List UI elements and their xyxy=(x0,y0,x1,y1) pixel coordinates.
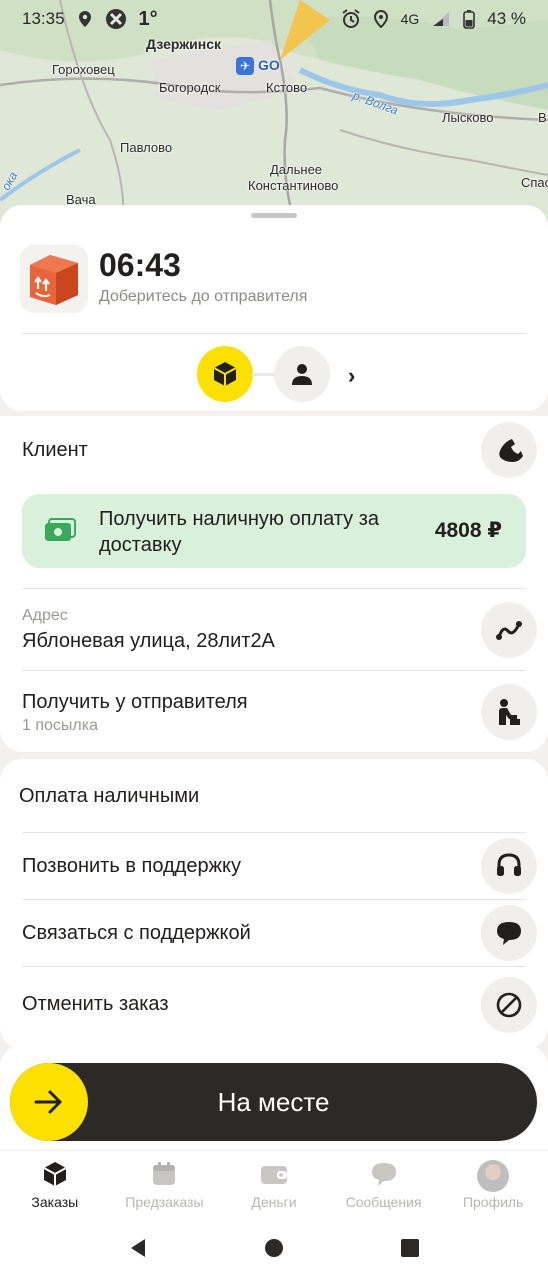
divider xyxy=(22,588,526,589)
home-icon[interactable] xyxy=(263,1237,285,1259)
tab-messages[interactable]: Сообщения xyxy=(329,1151,439,1216)
bottom-tab-bar: Заказы Предзаказы Деньги Сообщения Профи… xyxy=(0,1150,548,1216)
app-notification-icon xyxy=(105,9,126,29)
action-area: На месте xyxy=(0,1045,548,1155)
route-icon xyxy=(496,621,522,640)
cash-payment-amount: 4808 ₽ xyxy=(434,519,502,542)
signal-icon xyxy=(433,12,450,26)
person-icon xyxy=(292,364,312,385)
map-label-konstantinovo: Константиново xyxy=(248,178,339,193)
parcel-box-icon xyxy=(20,245,88,313)
wallet-icon xyxy=(260,1166,287,1184)
eta-subtitle: Доберитесь до отправителя xyxy=(99,288,308,305)
tab-money[interactable]: Деньги xyxy=(219,1151,329,1216)
route-step-pickup[interactable] xyxy=(197,346,253,402)
map-label-gorokhovets: Гороховец xyxy=(52,62,115,77)
system-navigation-bar xyxy=(0,1216,548,1280)
chat-support-button[interactable] xyxy=(481,905,537,961)
eta-timer: 06:43 xyxy=(99,247,181,283)
back-icon[interactable] xyxy=(127,1237,149,1259)
tab-label: Предзаказы xyxy=(125,1194,204,1210)
calendar-icon xyxy=(153,1162,176,1185)
contact-support-label[interactable]: Связаться с поддержкой xyxy=(22,922,251,945)
route-step-connector xyxy=(252,373,276,376)
cancel-order-label[interactable]: Отменить заказ xyxy=(22,993,169,1016)
call-support-label[interactable]: Позвонить в поддержку xyxy=(22,855,241,878)
tab-profile[interactable]: Профиль xyxy=(438,1151,548,1216)
address-label: Адрес xyxy=(22,607,68,624)
sheet-drag-handle[interactable] xyxy=(251,213,297,218)
map-label-airport: GO xyxy=(258,57,280,73)
cash-payment-banner: Получить наличную оплату за доставку 480… xyxy=(22,494,526,568)
phone-icon xyxy=(499,439,523,462)
chat-icon xyxy=(371,1163,396,1186)
cancel-order-button[interactable] xyxy=(481,977,537,1033)
call-support-button[interactable] xyxy=(481,838,537,894)
divider xyxy=(22,832,526,833)
box-icon xyxy=(43,1162,67,1186)
payment-method-label: Оплата наличными xyxy=(19,785,200,807)
route-step-recipient[interactable] xyxy=(274,346,330,402)
cash-payment-text: Получить наличную оплату за доставку xyxy=(99,508,380,556)
tab-label: Заказы xyxy=(31,1194,79,1210)
battery-icon xyxy=(463,10,476,29)
tab-label: Сообщения xyxy=(345,1194,422,1210)
divider xyxy=(22,899,526,900)
tab-preorders[interactable]: Предзаказы xyxy=(110,1151,220,1216)
map-label-kstovo: Кстово xyxy=(266,80,308,95)
location-icon xyxy=(373,10,388,28)
map-label-bogorodsk: Богородск xyxy=(159,80,221,95)
call-client-button[interactable] xyxy=(481,422,537,478)
airport-icon: ✈ xyxy=(236,57,254,75)
network-type: 4G xyxy=(400,11,420,27)
client-card: Клиент Получить наличную оплату за доста… xyxy=(0,416,548,752)
client-title: Клиент xyxy=(22,439,88,461)
divider xyxy=(22,966,526,967)
status-bar: 13:35 1° 4G 43 % xyxy=(0,0,548,38)
headset-icon xyxy=(497,853,521,876)
clock: 13:35 xyxy=(22,9,65,28)
pickup-title: Получить у отправителя xyxy=(22,691,248,713)
divider xyxy=(22,670,526,671)
cancel-icon xyxy=(496,992,522,1018)
battery-level: 43 % xyxy=(487,9,526,28)
tab-orders[interactable]: Заказы xyxy=(0,1151,110,1216)
temperature: 1° xyxy=(138,7,158,30)
chevron-right-icon[interactable]: › xyxy=(348,363,355,389)
courier-handover-icon xyxy=(499,699,520,725)
chat-bubble-icon xyxy=(497,922,521,945)
divider xyxy=(22,333,526,334)
box-icon xyxy=(213,362,237,386)
map-label-pavlovo: Павлово xyxy=(120,140,173,155)
pickup-subtitle: 1 посылка xyxy=(22,717,98,734)
order-actions-card: Оплата наличными Позвонить в поддержку С… xyxy=(0,759,548,1049)
arrived-slider-button[interactable]: На месте xyxy=(10,1063,537,1141)
location-pin-icon xyxy=(78,11,91,27)
tab-label: Деньги xyxy=(251,1194,297,1210)
cash-icon xyxy=(45,518,76,541)
tab-label: Профиль xyxy=(462,1194,524,1210)
map-label-dzerzhinsk: Дзержинск xyxy=(146,36,222,52)
pickup-action-button[interactable] xyxy=(481,684,537,740)
map-label-v: В xyxy=(538,110,547,125)
route-button[interactable] xyxy=(481,602,537,658)
map-label-lyskovo: Лысково xyxy=(442,110,494,125)
recent-apps-icon[interactable] xyxy=(399,1237,421,1259)
order-status-card: 06:43 Доберитесь до отправителя › xyxy=(0,205,548,411)
arrived-label: На месте xyxy=(217,1087,330,1117)
alarm-icon xyxy=(341,9,360,28)
address-value[interactable]: Яблоневая улица, 28лит2А xyxy=(22,630,275,653)
map-label-spas: Спас xyxy=(521,175,548,190)
map-label-dalnee: Дальнее xyxy=(270,162,323,177)
avatar xyxy=(477,1160,510,1192)
